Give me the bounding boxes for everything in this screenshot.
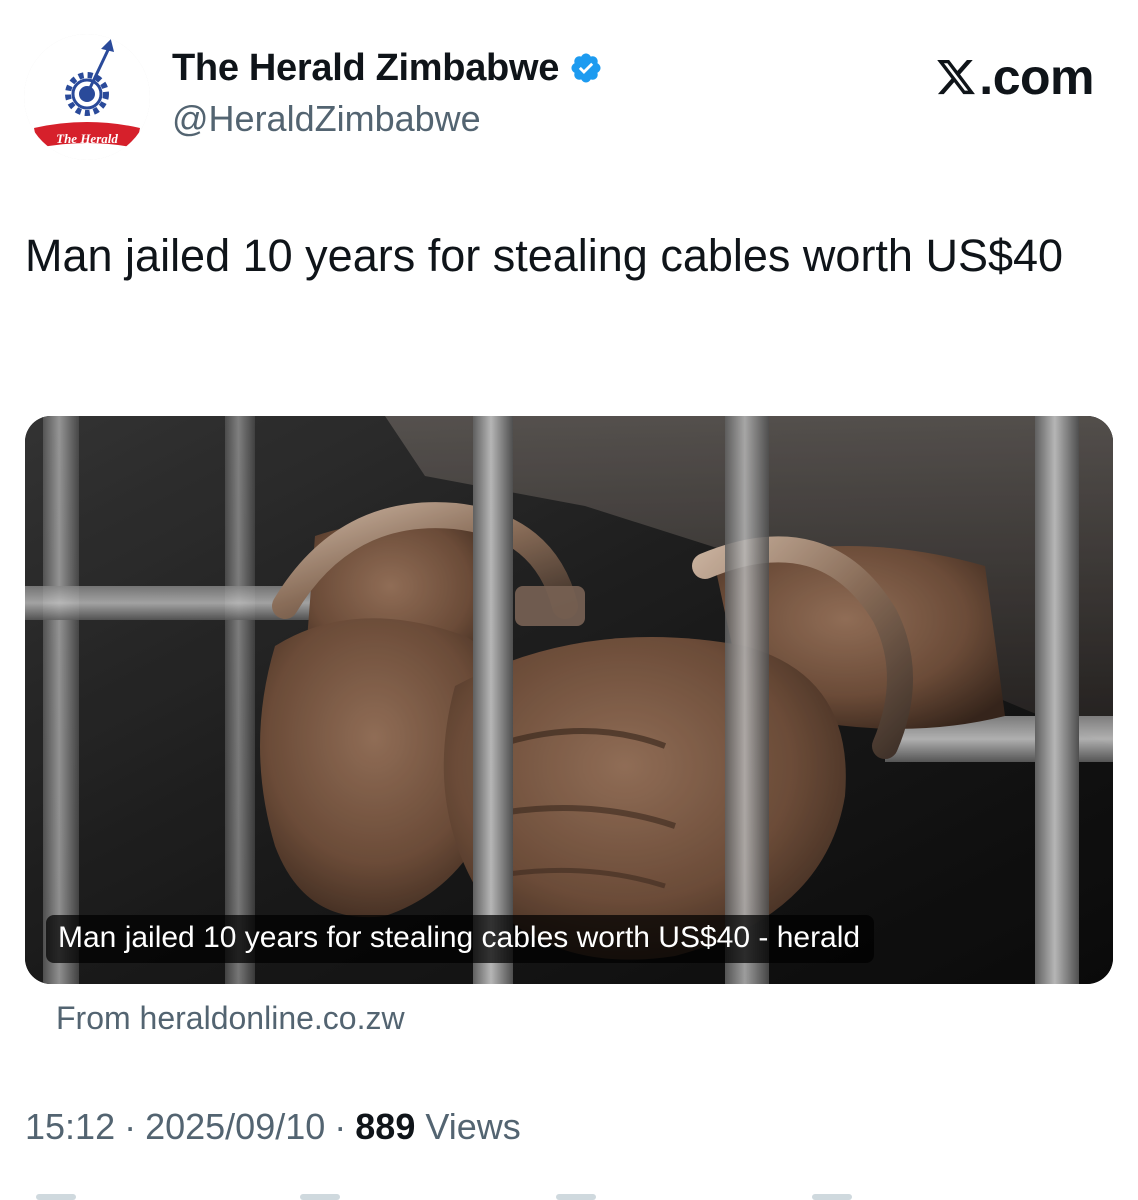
like-icon[interactable] [556, 1194, 596, 1200]
handcuffed-hands-behind-bars-photo [25, 416, 1113, 984]
card-caption[interactable]: Man jailed 10 years for stealing cables … [46, 915, 875, 963]
views-count[interactable]: 889 [355, 1106, 415, 1148]
repost-icon[interactable] [300, 1194, 340, 1200]
separator: · [334, 1106, 347, 1147]
herald-logo-icon: The Herald [24, 34, 150, 160]
separator: · [124, 1106, 137, 1147]
link-card[interactable]: Man jailed 10 years for stealing cables … [25, 416, 1113, 984]
display-name[interactable]: The Herald Zimbabwe [172, 47, 559, 90]
account-handle[interactable]: @HeraldZimbabwe [172, 98, 603, 140]
verified-badge-icon [569, 51, 603, 85]
reply-icon[interactable] [36, 1194, 76, 1200]
tweet-meta: 15:12 · 2025/09/10 · 889 Views [25, 1106, 521, 1148]
avatar-logo-text: The Herald [56, 131, 118, 146]
x-logo-icon [935, 52, 977, 95]
tweet-date[interactable]: 2025/09/10 [145, 1106, 325, 1148]
account-names: The Herald Zimbabwe @HeraldZimbabwe [172, 42, 603, 140]
display-name-row[interactable]: The Herald Zimbabwe [172, 42, 603, 94]
brand-text: .com [979, 49, 1094, 105]
action-bar-hint [0, 1194, 1138, 1200]
bookmark-icon[interactable] [812, 1194, 852, 1200]
views-label: Views [425, 1106, 521, 1147]
tweet-time[interactable]: 15:12 [25, 1106, 115, 1148]
tweet-header: The Herald The Herald Zimbabwe @HeraldZi… [0, 0, 1138, 170]
tweet-text: Man jailed 10 years for stealing cables … [25, 230, 1064, 281]
avatar[interactable]: The Herald [24, 34, 150, 160]
x-com-brand: .com [935, 48, 1094, 106]
card-source[interactable]: From heraldonline.co.zw [56, 1000, 405, 1037]
